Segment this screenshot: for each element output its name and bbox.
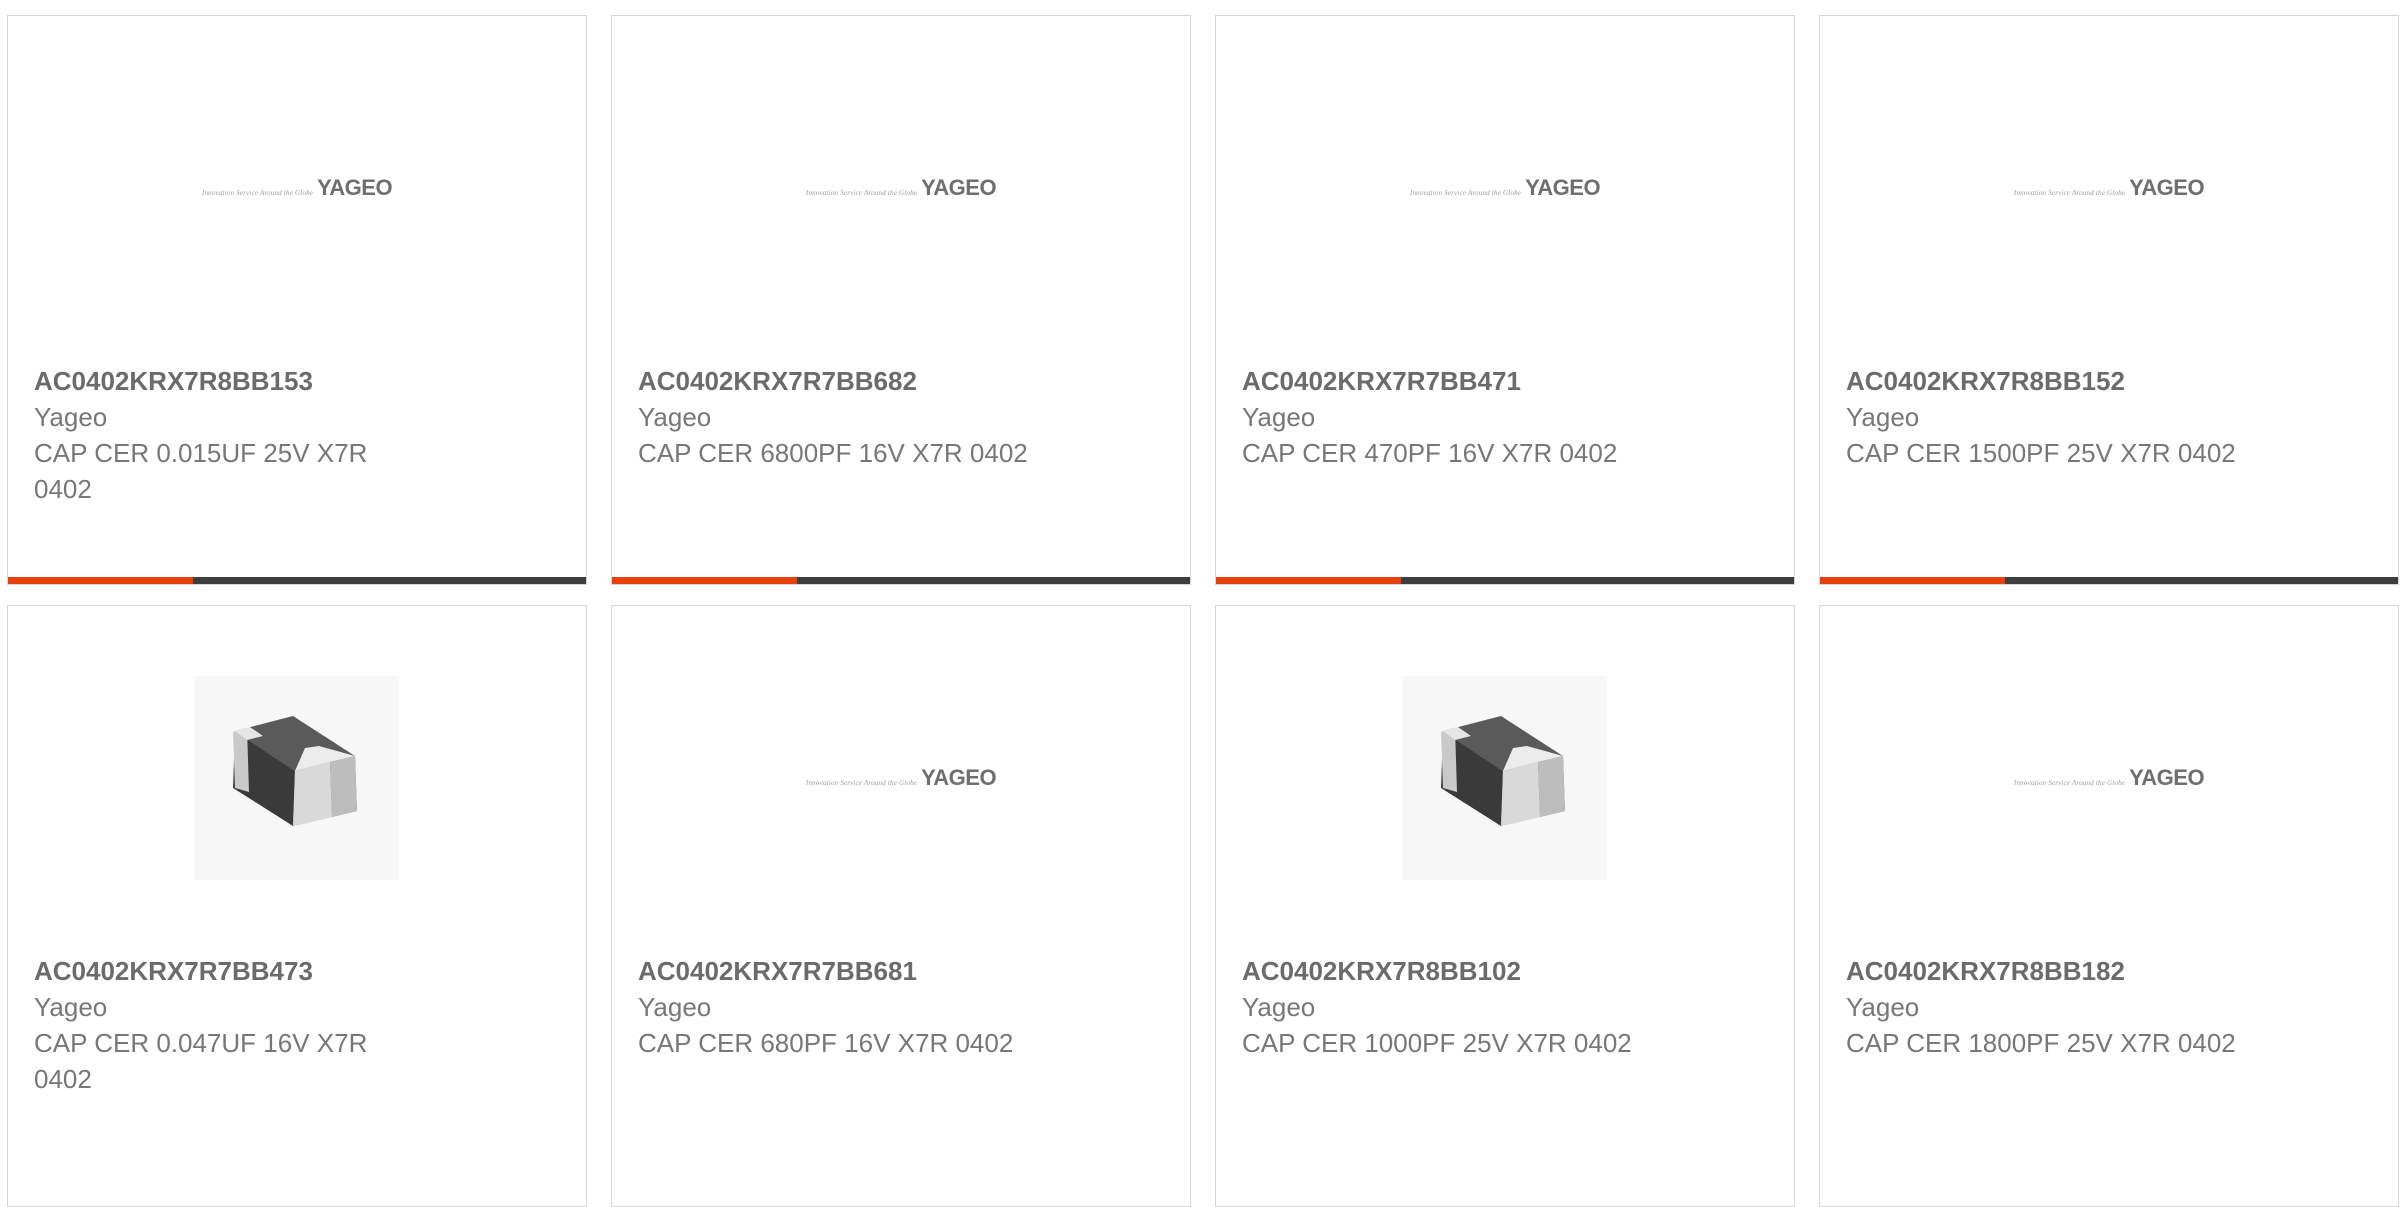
product-card[interactable]: Innovation Service Around the Globe YAGE…	[611, 605, 1191, 1207]
product-card[interactable]: Innovation Service Around the Globe YAGE…	[1819, 15, 2399, 585]
progress-fill	[1820, 577, 2005, 584]
product-card[interactable]: Innovation Service Around the Globe YAGE…	[1215, 15, 1795, 585]
logo-tagline: Innovation Service Around the Globe	[2013, 779, 2126, 787]
manufacturer: Yageo	[1846, 992, 1920, 1022]
product-card[interactable]: AC0402KRX7R7BB473 Yageo CAP CER 0.047UF …	[7, 605, 587, 1207]
description: CAP CER 470PF 16V X7R 0402	[1242, 438, 1618, 468]
progress-bar	[8, 577, 586, 584]
yageo-logo: Innovation Service Around the Globe YAGE…	[1409, 175, 1601, 200]
manufacturer: Yageo	[1242, 402, 1316, 432]
product-image	[1403, 676, 1607, 880]
yageo-logo: Innovation Service Around the Globe YAGE…	[2013, 175, 2205, 200]
part-number[interactable]: AC0402KRX7R8BB152	[1846, 363, 2266, 399]
description: CAP CER 1800PF 25V X7R 0402	[1846, 1028, 2236, 1058]
logo-text: YAGEO	[2129, 175, 2205, 200]
manufacturer: Yageo	[638, 992, 712, 1022]
logo-text: YAGEO	[921, 765, 997, 790]
yageo-logo: Innovation Service Around the Globe YAGE…	[2013, 765, 2205, 790]
part-number[interactable]: AC0402KRX7R7BB471	[1242, 363, 1662, 399]
product-card[interactable]: Innovation Service Around the Globe YAGE…	[611, 15, 1191, 585]
product-card[interactable]: Innovation Service Around the Globe YAGE…	[7, 15, 587, 585]
progress-bar	[1216, 577, 1794, 584]
manufacturer: Yageo	[1242, 992, 1316, 1022]
manufacturer: Yageo	[638, 402, 712, 432]
description: CAP CER 680PF 16V X7R 0402	[638, 1028, 1014, 1058]
product-card[interactable]: Innovation Service Around the Globe YAGE…	[1819, 605, 2399, 1207]
product-image: Innovation Service Around the Globe YAGE…	[799, 676, 1003, 880]
logo-tagline: Innovation Service Around the Globe	[201, 189, 314, 197]
product-image: Innovation Service Around the Globe YAGE…	[195, 86, 399, 290]
yageo-logo: Innovation Service Around the Globe YAGE…	[201, 175, 393, 200]
description: CAP CER 6800PF 16V X7R 0402	[638, 438, 1028, 468]
chip-capacitor-icon	[195, 676, 399, 880]
part-number[interactable]: AC0402KRX7R8BB102	[1242, 953, 1662, 989]
product-image: Innovation Service Around the Globe YAGE…	[799, 86, 1003, 290]
manufacturer: Yageo	[1846, 402, 1920, 432]
chip-capacitor-icon	[1403, 676, 1607, 880]
part-number[interactable]: AC0402KRX7R7BB681	[638, 953, 1058, 989]
logo-text: YAGEO	[2129, 765, 2205, 790]
part-number[interactable]: AC0402KRX7R8BB182	[1846, 953, 2266, 989]
description: CAP CER 1000PF 25V X7R 0402	[1242, 1028, 1632, 1058]
description: CAP CER 0.047UF 16V X7R 0402	[34, 1028, 368, 1094]
manufacturer: Yageo	[34, 992, 108, 1022]
product-image: Innovation Service Around the Globe YAGE…	[2007, 86, 2211, 290]
description: CAP CER 1500PF 25V X7R 0402	[1846, 438, 2236, 468]
yageo-logo: Innovation Service Around the Globe YAGE…	[805, 765, 997, 790]
product-card[interactable]: AC0402KRX7R8BB102 Yageo CAP CER 1000PF 2…	[1215, 605, 1795, 1207]
part-number[interactable]: AC0402KRX7R7BB682	[638, 363, 1058, 399]
part-number[interactable]: AC0402KRX7R8BB153	[34, 363, 454, 399]
logo-tagline: Innovation Service Around the Globe	[2013, 189, 2126, 197]
progress-bar	[612, 577, 1190, 584]
logo-text: YAGEO	[317, 175, 393, 200]
progress-fill	[612, 577, 797, 584]
logo-tagline: Innovation Service Around the Globe	[805, 189, 918, 197]
product-image: Innovation Service Around the Globe YAGE…	[2007, 676, 2211, 880]
manufacturer: Yageo	[34, 402, 108, 432]
logo-tagline: Innovation Service Around the Globe	[805, 779, 918, 787]
progress-fill	[8, 577, 193, 584]
logo-tagline: Innovation Service Around the Globe	[1409, 189, 1522, 197]
logo-text: YAGEO	[1525, 175, 1601, 200]
logo-text: YAGEO	[921, 175, 997, 200]
part-number[interactable]: AC0402KRX7R7BB473	[34, 953, 454, 989]
description: CAP CER 0.015UF 25V X7R 0402	[34, 438, 368, 504]
progress-bar	[1820, 577, 2398, 584]
product-image	[195, 676, 399, 880]
product-image: Innovation Service Around the Globe YAGE…	[1403, 86, 1607, 290]
yageo-logo: Innovation Service Around the Globe YAGE…	[805, 175, 997, 200]
progress-fill	[1216, 577, 1401, 584]
product-grid: Innovation Service Around the Globe YAGE…	[7, 15, 2399, 1207]
